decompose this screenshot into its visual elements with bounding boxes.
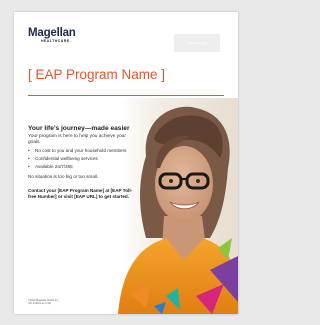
- list-item: • Confidential wellbeing services: [28, 156, 136, 162]
- intro-text: Your program is here to help you achieve…: [28, 134, 126, 145]
- tagline: No situation is too big or too small.: [28, 174, 99, 179]
- headline: Your life’s journey—made easier: [28, 125, 130, 132]
- benefit-text: Available 24/7/365: [35, 164, 73, 169]
- green-triangle-shape: [218, 238, 232, 260]
- benefits-list: • No cost to you and your household membe…: [28, 148, 136, 170]
- content-block: Your life’s journey—made easier Your pro…: [28, 125, 136, 200]
- call-to-action: Contact your [EAP Program Name] at [EAP …: [28, 188, 133, 199]
- magenta-triangle-shape: [196, 284, 224, 314]
- list-item: • Available 24/7/365: [28, 164, 136, 170]
- teal-triangle-shape: [166, 288, 180, 310]
- benefit-text: No cost to you and your household member…: [35, 148, 127, 153]
- bullet-icon: •: [28, 164, 30, 169]
- bullet-icon: •: [28, 156, 30, 161]
- list-item: • No cost to you and your household membe…: [28, 148, 136, 154]
- blue-triangle-shape: [154, 302, 166, 314]
- footer: ©2022 Magellan Health Inc. (Ch-ln-ENG-xx…: [28, 299, 59, 306]
- bullet-icon: •: [28, 148, 30, 153]
- document-code: (Ch-ln-ENG-xx-1-22): [28, 302, 52, 306]
- orange-triangle-shape: [130, 284, 150, 308]
- flyer-page: Magellan HEALTHCARE. Customer logo [ EAP…: [14, 12, 238, 314]
- benefit-text: Confidential wellbeing services: [35, 156, 98, 161]
